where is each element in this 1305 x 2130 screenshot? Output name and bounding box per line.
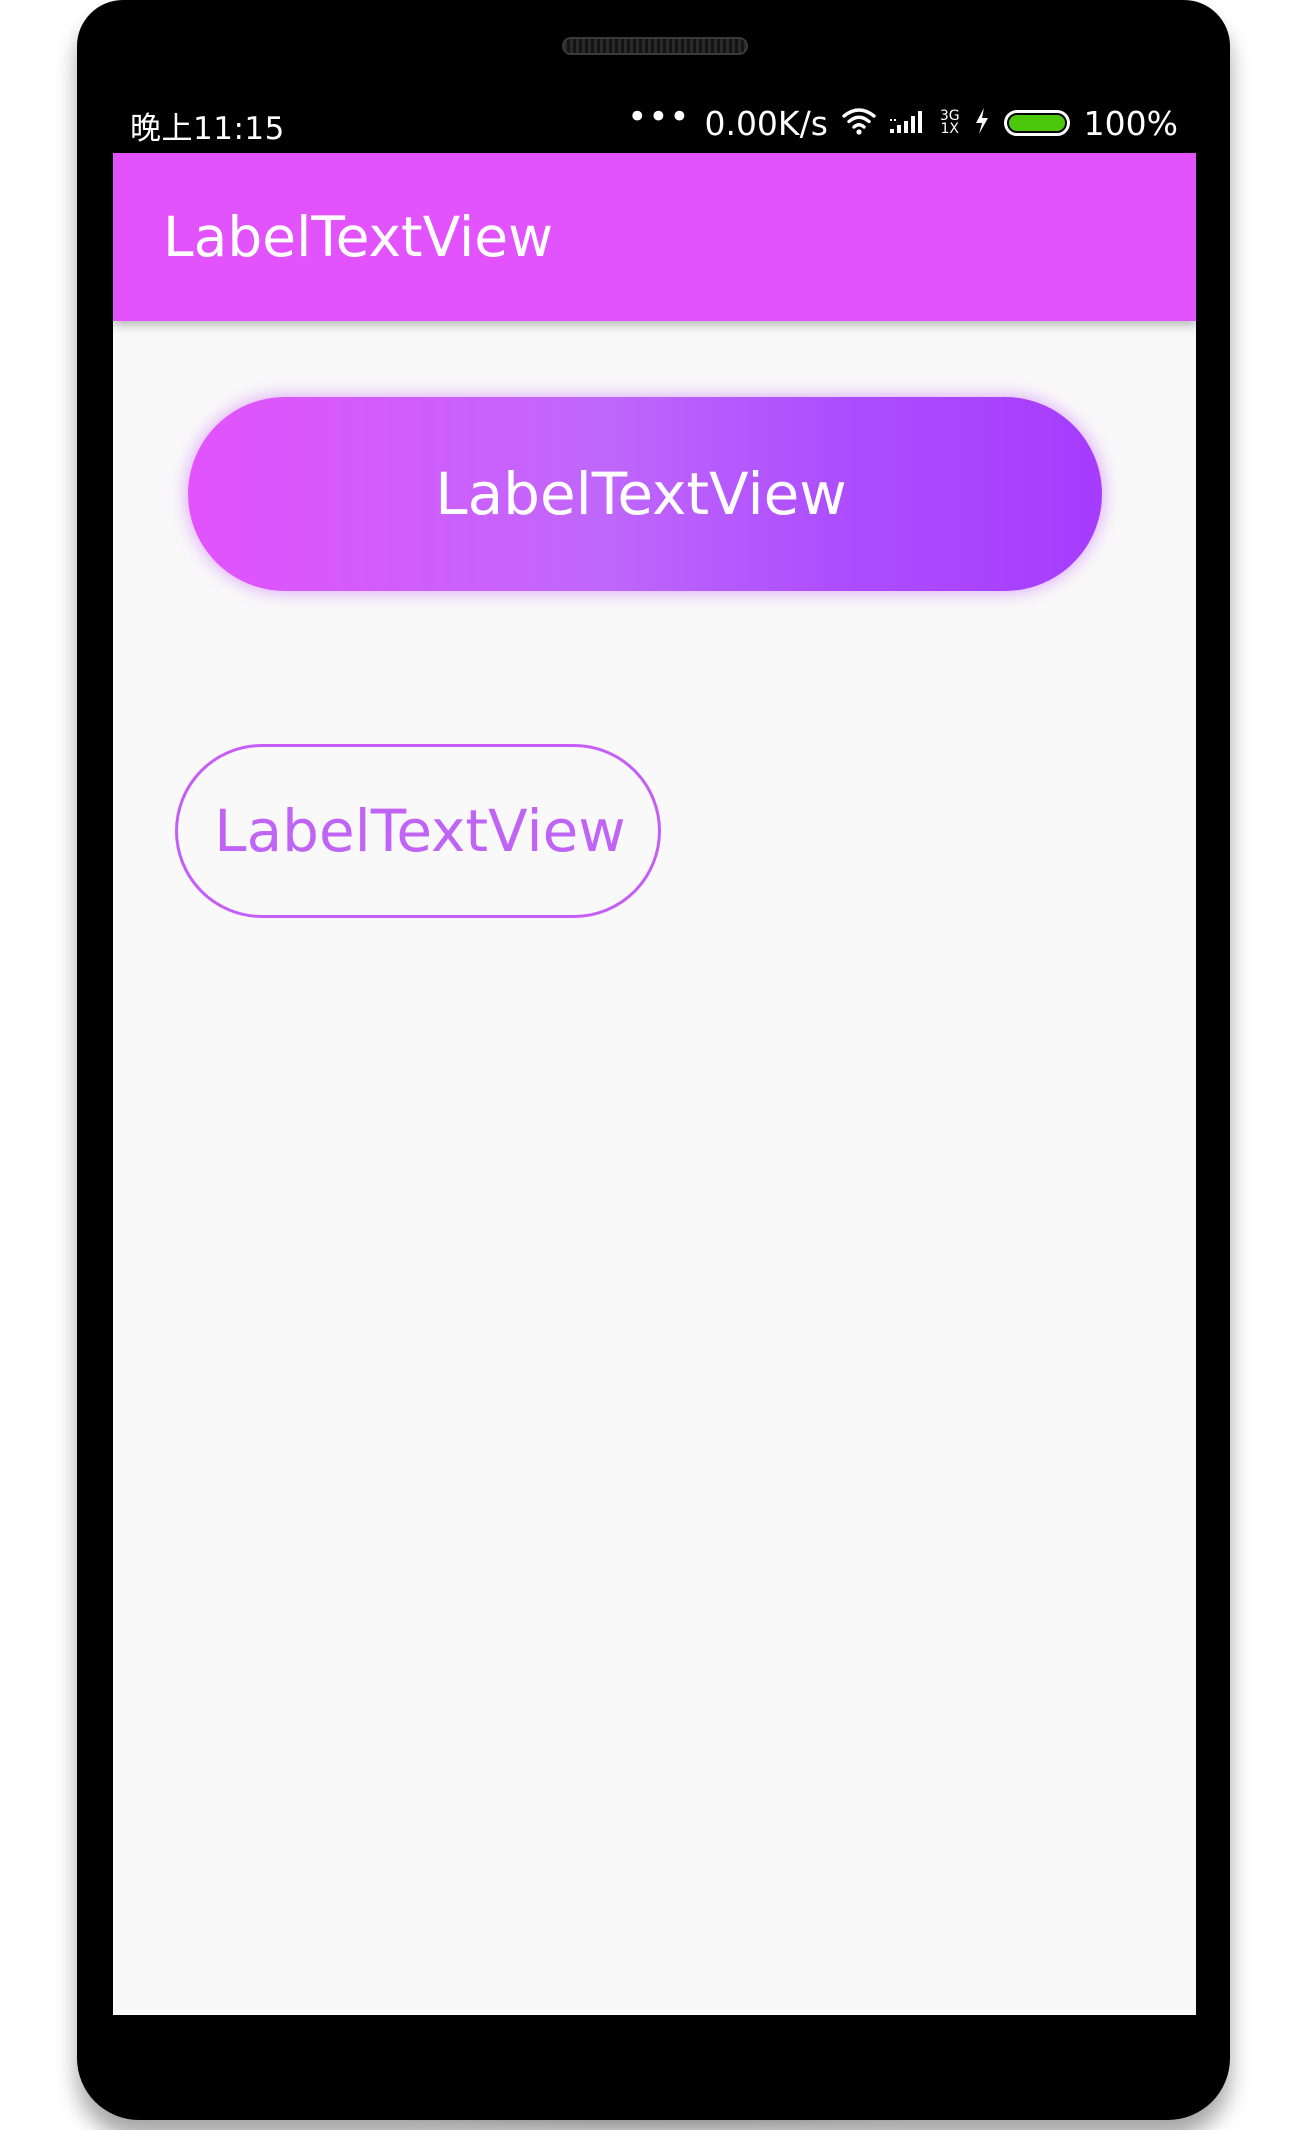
more-dots-icon: ••• (627, 97, 691, 137)
outline-label-button[interactable]: LabelTextView (175, 744, 661, 918)
app-title: LabelTextView (163, 205, 554, 269)
status-bar: 晚上11:15 ••• 0.00K/s 3G 1X 100% (113, 95, 1196, 153)
battery-level-fill (1008, 115, 1065, 131)
battery-percent: 100% (1083, 103, 1178, 143)
signal-icon (889, 104, 926, 143)
charging-bolt-icon (974, 104, 990, 143)
battery-icon (1003, 110, 1070, 136)
app-screen: LabelTextView LabelTextView LabelTextVie… (113, 153, 1196, 2015)
network-speed: 0.00K/s (704, 103, 828, 143)
gradient-button-label: LabelTextView (435, 460, 847, 528)
speaker-grille (562, 37, 748, 55)
status-indicators: ••• 0.00K/s 3G 1X 100% (627, 97, 1178, 143)
gradient-label-button[interactable]: LabelTextView (188, 397, 1102, 591)
app-bar: LabelTextView (113, 153, 1196, 321)
outline-button-label: LabelTextView (214, 797, 626, 865)
wifi-icon (842, 104, 876, 143)
status-time: 晚上11:15 (130, 111, 285, 147)
network-type: 3G 1X (940, 109, 960, 137)
network-type-bottom: 1X (940, 121, 960, 137)
